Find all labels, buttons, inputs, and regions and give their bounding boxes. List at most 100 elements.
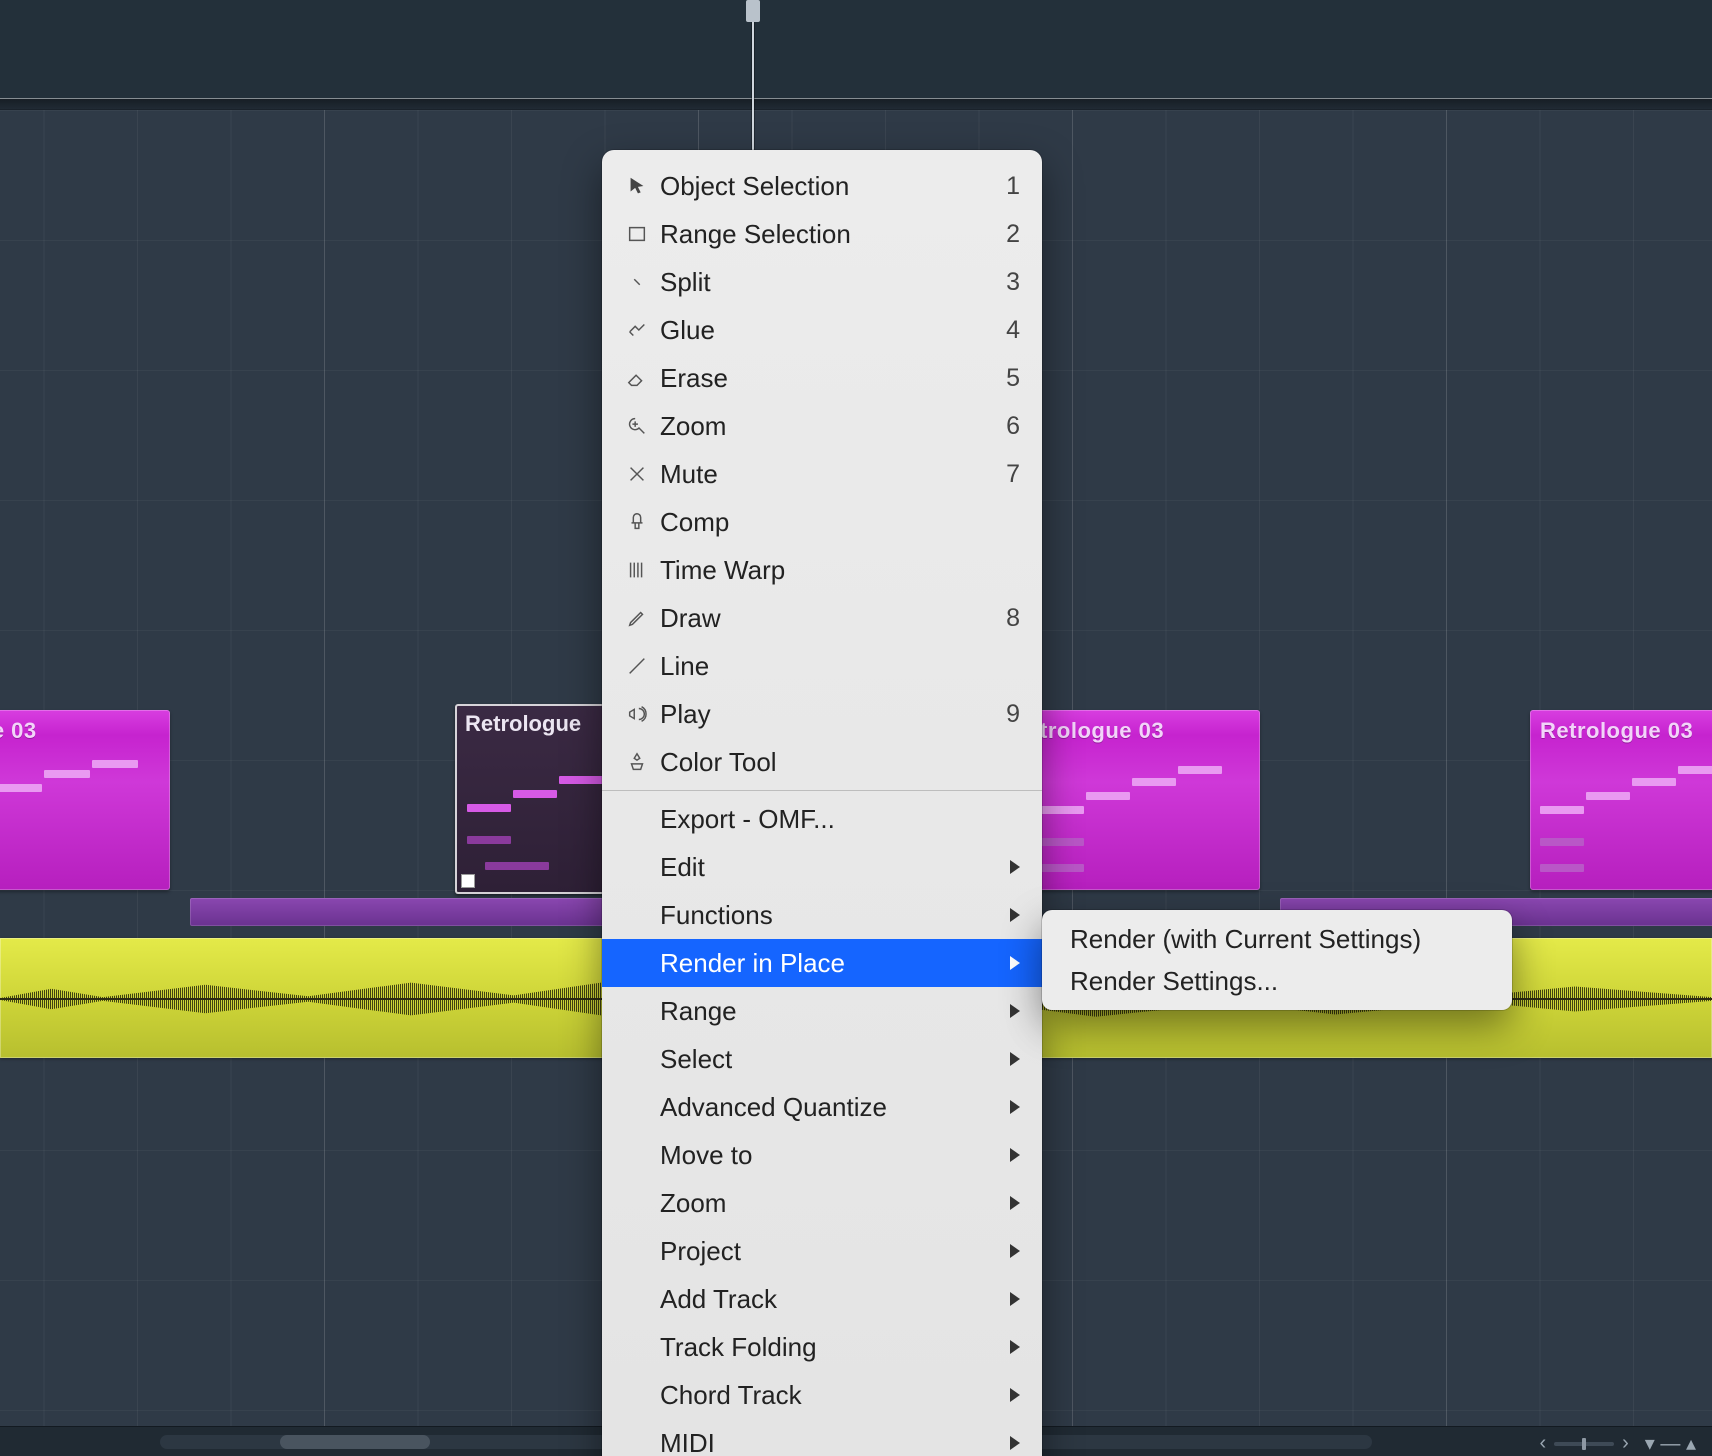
tool-range-selection[interactable]: Range Selection2 xyxy=(602,210,1042,258)
submenu-arrow-icon xyxy=(1010,908,1020,922)
erase-icon xyxy=(620,367,654,389)
clip-title: ogue 03 xyxy=(0,718,37,744)
menu-item-label: Edit xyxy=(654,852,1010,883)
submenu-arrow-icon xyxy=(1010,956,1020,970)
tool-draw[interactable]: Draw8 xyxy=(602,594,1042,642)
menu-item-shortcut: 3 xyxy=(1006,268,1020,297)
menu-item-shortcut: 1 xyxy=(1006,172,1020,201)
submenu-arrow-icon xyxy=(1010,1004,1020,1018)
clip-title: Retrologue 03 xyxy=(1540,718,1693,744)
menu-advanced-quantize[interactable]: Advanced Quantize xyxy=(602,1083,1042,1131)
menu-item-label: Add Track xyxy=(654,1284,1010,1315)
menu-render-in-place[interactable]: Render in Place xyxy=(602,939,1042,987)
tool-color-tool[interactable]: Color Tool xyxy=(602,738,1042,786)
menu-select[interactable]: Select xyxy=(602,1035,1042,1083)
menu-midi[interactable]: MIDI xyxy=(602,1419,1042,1456)
menu-zoom[interactable]: Zoom xyxy=(602,1179,1042,1227)
context-menu[interactable]: Object Selection1Range Selection2Split3G… xyxy=(602,150,1042,1456)
submenu-arrow-icon xyxy=(1010,1292,1020,1306)
zoom-h-icon[interactable]: ‹ › xyxy=(1539,1432,1628,1455)
submenu-item-label: Render (with Current Settings) xyxy=(1070,924,1421,955)
menu-item-label: Time Warp xyxy=(654,555,1020,586)
scrollbar-thumb[interactable] xyxy=(280,1435,430,1449)
playhead-flag[interactable] xyxy=(746,0,760,22)
tool-line[interactable]: Line xyxy=(602,642,1042,690)
draw-icon xyxy=(620,607,654,629)
split-icon xyxy=(620,271,654,293)
clip-title: Retrologue xyxy=(465,711,581,737)
cursor-icon xyxy=(620,175,654,197)
midi-clip[interactable]: ogue 03 xyxy=(0,710,170,890)
timeline-ruler[interactable] xyxy=(0,0,1712,110)
menu-item-label: Move to xyxy=(654,1140,1010,1171)
mute-icon xyxy=(620,463,654,485)
menu-item-label: Object Selection xyxy=(654,171,1006,202)
menu-item-label: Color Tool xyxy=(654,747,1020,778)
line-icon xyxy=(620,655,654,677)
tool-object-selection[interactable]: Object Selection1 xyxy=(602,162,1042,210)
menu-item-label: Project xyxy=(654,1236,1010,1267)
submenu-item-label: Render Settings... xyxy=(1070,966,1278,997)
comp-icon xyxy=(620,511,654,533)
submenu-arrow-icon xyxy=(1010,860,1020,874)
menu-item-label: Zoom xyxy=(654,1188,1010,1219)
menu-item-label: MIDI xyxy=(654,1428,1010,1456)
resize-handle[interactable] xyxy=(461,874,475,888)
menu-item-shortcut: 2 xyxy=(1006,220,1020,249)
render-in-place-submenu[interactable]: Render (with Current Settings) Render Set… xyxy=(1042,910,1512,1010)
menu-item-label: Play xyxy=(654,699,1006,730)
menu-project[interactable]: Project xyxy=(602,1227,1042,1275)
menu-item-shortcut: 5 xyxy=(1006,364,1020,393)
submenu-render-settings-[interactable]: Render Settings... xyxy=(1042,960,1512,1002)
menu-item-label: Export - OMF... xyxy=(654,804,1020,835)
tool-split[interactable]: Split3 xyxy=(602,258,1042,306)
submenu-arrow-icon xyxy=(1010,1100,1020,1114)
menu-item-label: Render in Place xyxy=(654,948,1010,979)
midi-clip[interactable]: trologue 03 xyxy=(1030,710,1260,890)
submenu-arrow-icon xyxy=(1010,1436,1020,1450)
menu-item-label: Line xyxy=(654,651,1020,682)
menu-track-folding[interactable]: Track Folding xyxy=(602,1323,1042,1371)
menu-item-label: Select xyxy=(654,1044,1010,1075)
menu-item-label: Glue xyxy=(654,315,1006,346)
menu-move-to[interactable]: Move to xyxy=(602,1131,1042,1179)
automation-clip[interactable] xyxy=(190,898,660,926)
menu-item-label: Zoom xyxy=(654,411,1006,442)
menu-chord-track[interactable]: Chord Track xyxy=(602,1371,1042,1419)
menu-item-shortcut: 7 xyxy=(1006,460,1020,489)
menu-item-label: Functions xyxy=(654,900,1010,931)
tool-mute[interactable]: Mute7 xyxy=(602,450,1042,498)
play-icon xyxy=(620,703,654,725)
submenu-arrow-icon xyxy=(1010,1052,1020,1066)
menu-range[interactable]: Range xyxy=(602,987,1042,1035)
tool-erase[interactable]: Erase5 xyxy=(602,354,1042,402)
menu-edit[interactable]: Edit xyxy=(602,843,1042,891)
submenu-arrow-icon xyxy=(1010,1244,1020,1258)
tool-glue[interactable]: Glue4 xyxy=(602,306,1042,354)
tool-zoom[interactable]: Zoom6 xyxy=(602,402,1042,450)
menu-item-label: Draw xyxy=(654,603,1006,634)
timewarp-icon xyxy=(620,559,654,581)
submenu-arrow-icon xyxy=(1010,1340,1020,1354)
tool-play[interactable]: Play9 xyxy=(602,690,1042,738)
menu-item-shortcut: 8 xyxy=(1006,604,1020,633)
zoom-controls[interactable]: ‹ › ▾ — ▴ xyxy=(1539,1431,1696,1456)
menu-item-shortcut: 6 xyxy=(1006,412,1020,441)
zoom-icon xyxy=(620,415,654,437)
color-icon xyxy=(620,751,654,773)
midi-clip[interactable]: Retrologue 03 xyxy=(1530,710,1712,890)
menu-export-omf-[interactable]: Export - OMF... xyxy=(602,795,1042,843)
submenu-arrow-icon xyxy=(1010,1148,1020,1162)
submenu-arrow-icon xyxy=(1010,1196,1020,1210)
menu-functions[interactable]: Functions xyxy=(602,891,1042,939)
submenu-render-with-current-settings-[interactable]: Render (with Current Settings) xyxy=(1042,918,1512,960)
tool-time-warp[interactable]: Time Warp xyxy=(602,546,1042,594)
zoom-v-icon[interactable]: ▾ — ▴ xyxy=(1645,1431,1696,1456)
menu-item-shortcut: 9 xyxy=(1006,700,1020,729)
menu-item-label: Comp xyxy=(654,507,1020,538)
menu-item-label: Chord Track xyxy=(654,1380,1010,1411)
clip-title: trologue 03 xyxy=(1040,718,1164,744)
tool-comp[interactable]: Comp xyxy=(602,498,1042,546)
menu-add-track[interactable]: Add Track xyxy=(602,1275,1042,1323)
menu-item-shortcut: 4 xyxy=(1006,316,1020,345)
